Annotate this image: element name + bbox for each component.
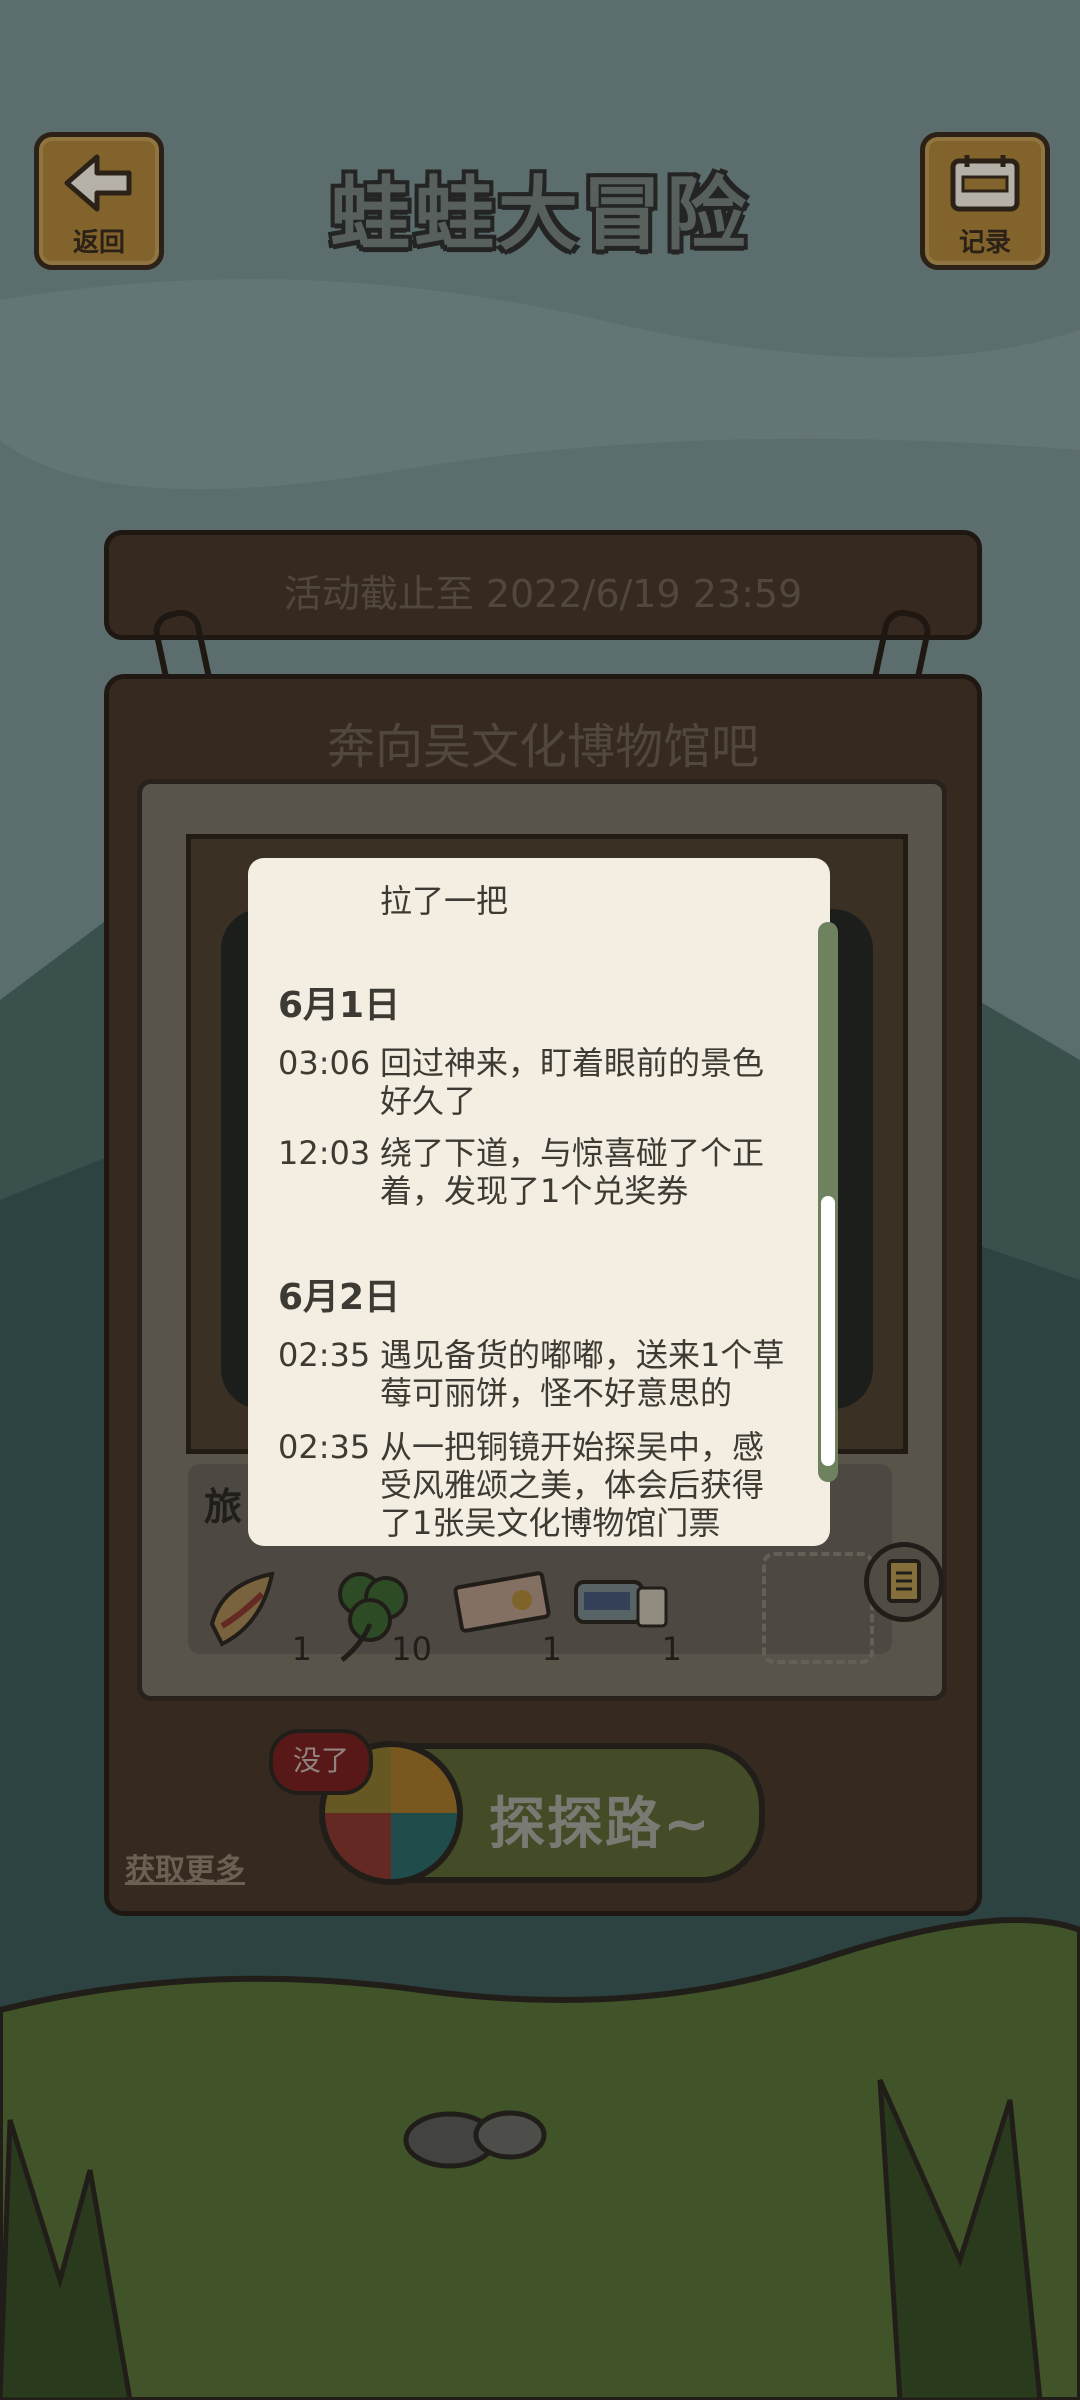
log-entry-time: 02:35: [278, 1428, 371, 1466]
log-entry-text: 遇见备货的嘟嘟，送来1个草莓可丽饼，怪不好意思的: [380, 1336, 785, 1412]
log-entry-time: 02:35: [278, 1336, 371, 1374]
scrollbar-thumb[interactable]: [821, 1196, 835, 1466]
log-entry-text: 回过神来，盯着眼前的景色好久了: [380, 1044, 765, 1120]
log-entry-text: 从一把铜镜开始探吴中，感受风雅颂之美，体会后获得了1张吴文化博物馆门票: [380, 1428, 765, 1542]
log-scroll-area[interactable]: 拉了一把 6月1日 03:06 回过神来，盯着眼前的景色好久了 12:03 绕了…: [248, 858, 794, 1546]
adventure-log-modal: 拉了一把 6月1日 03:06 回过神来，盯着眼前的景色好久了 12:03 绕了…: [248, 858, 830, 1546]
log-entry-time: 03:06: [278, 1044, 371, 1082]
log-date: 6月2日: [278, 1277, 401, 1318]
log-entry-text: 绕了下道，与惊喜碰了个正着，发现了1个兑奖券: [380, 1134, 765, 1210]
log-entry-text: 拉了一把: [380, 882, 509, 920]
log-date: 6月1日: [278, 985, 401, 1026]
log-entry-time: 12:03: [278, 1134, 371, 1172]
